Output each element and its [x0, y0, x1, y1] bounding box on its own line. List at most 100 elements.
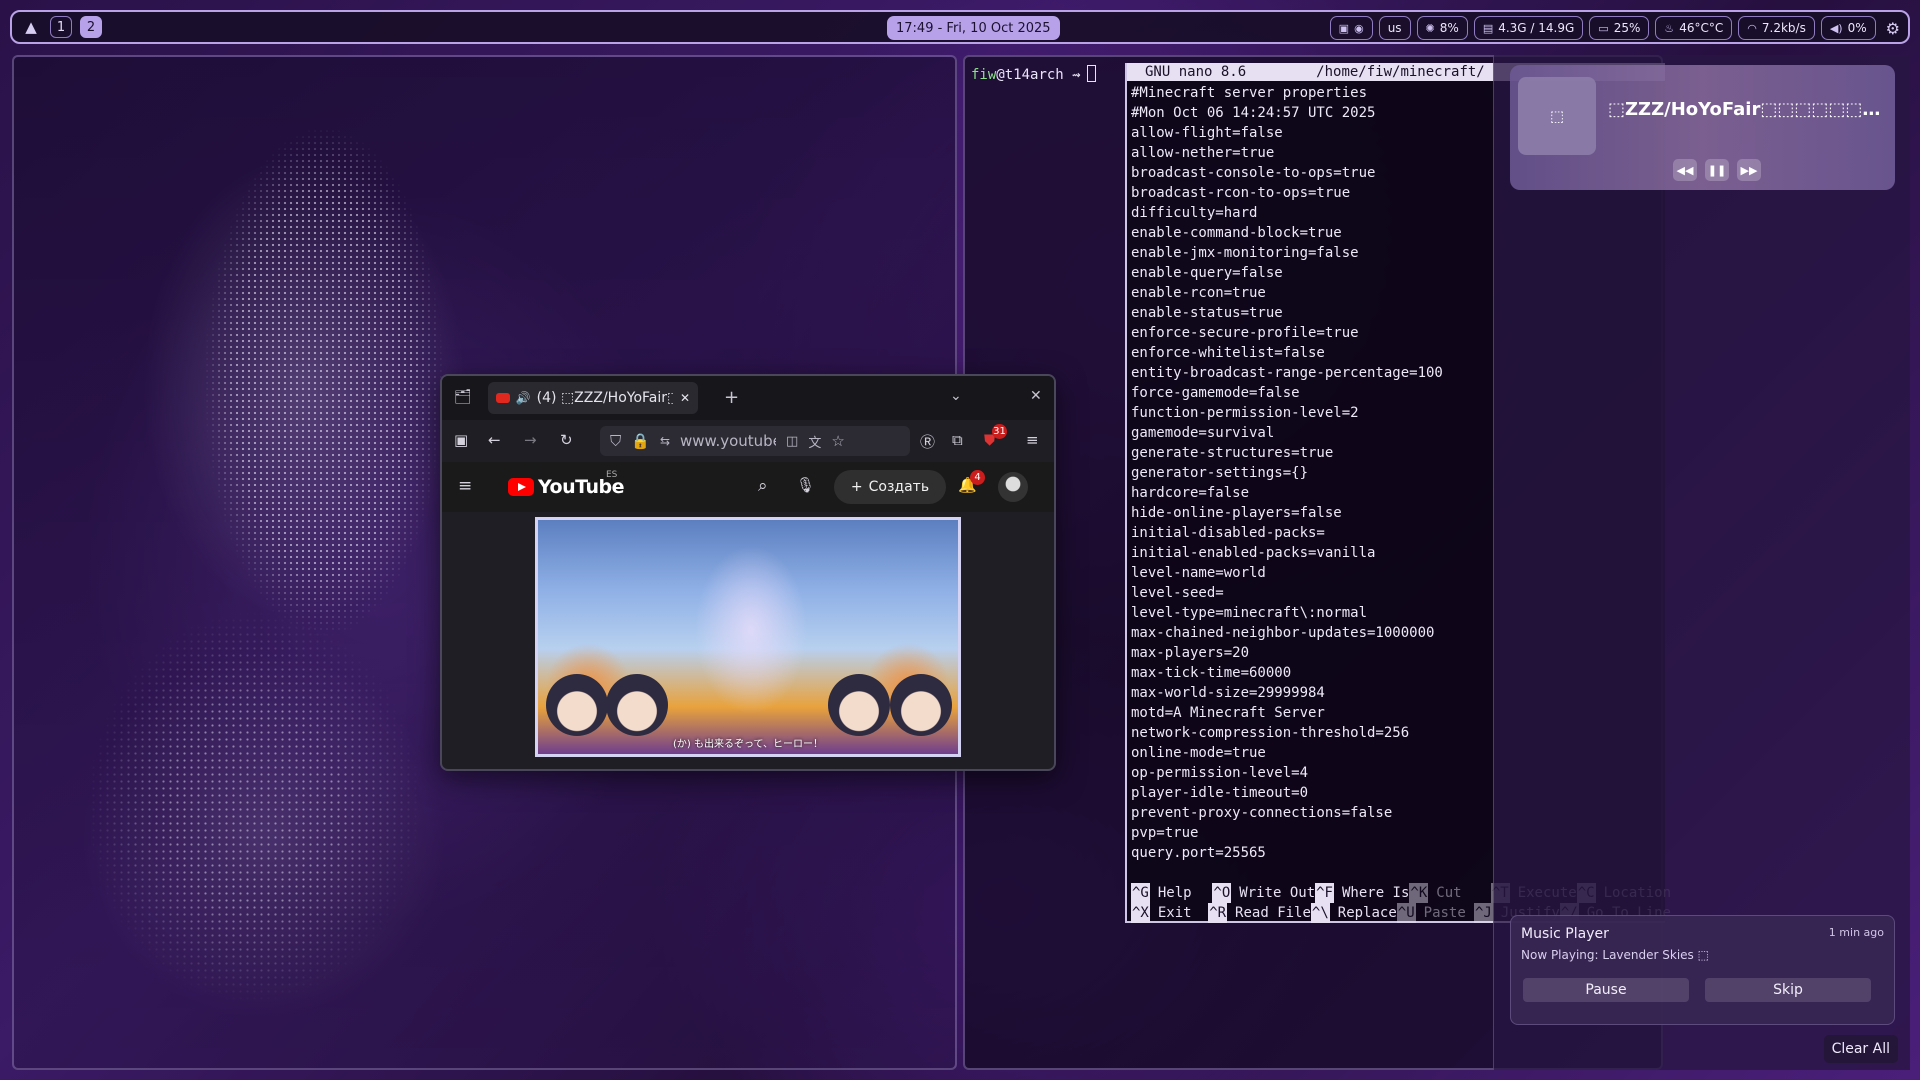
shortcut-key: ^J — [1473, 903, 1493, 923]
network-widget[interactable]: ◠ 7.2kb/s — [1738, 16, 1815, 40]
media-controls: ◀◀ ❚❚ ▶▶ — [1673, 159, 1761, 181]
discord-icon[interactable]: ▣ — [1339, 22, 1349, 35]
nano-file-path: /home/fiw/minecraft/ — [1316, 64, 1485, 80]
shortcut-label: Cut — [1436, 885, 1462, 901]
arch-launcher-icon[interactable]: ▲ — [20, 16, 42, 38]
ublock-badge: 31 — [992, 424, 1007, 439]
shortcut-key: ^K — [1409, 883, 1429, 903]
keyboard-layout-label: us — [1387, 21, 1402, 35]
shield-icon[interactable]: ⛉ — [610, 432, 621, 450]
nano-shortcut: ^\ Replace — [1310, 903, 1397, 923]
thermometer-icon: ♨ — [1664, 21, 1675, 35]
microphone-icon[interactable]: 🎙 — [796, 476, 815, 494]
shortcut-key: ^O — [1212, 883, 1232, 903]
notification-skip-button[interactable]: Skip — [1705, 978, 1871, 1002]
close-tab-icon[interactable]: ✕ — [680, 391, 690, 405]
previous-track-button[interactable]: ◀◀ — [1673, 159, 1697, 181]
translate-icon[interactable]: 文 — [808, 432, 821, 451]
volume-widget[interactable]: ◀) 0% — [1820, 16, 1876, 40]
back-icon[interactable]: ← — [488, 431, 501, 449]
url-text[interactable]: www.youtube.com — [680, 432, 776, 450]
media-player-widget: ⬚ ⬚ZZZ/HoYoFair⬚⬚⬚⬚⬚⬚⬚⬚… ◀◀ ❚❚ ▶▶ — [1510, 65, 1895, 190]
workspace-1[interactable]: 1 — [50, 16, 72, 38]
bookmark-star-icon[interactable]: ☆ — [831, 432, 844, 450]
plus-icon: + — [850, 479, 863, 495]
memory-icon: ▤ — [1482, 21, 1494, 35]
memory-value: 4.3G / 14.9G — [1498, 21, 1575, 35]
battery-value: 25% — [1613, 21, 1641, 35]
wifi-icon: ◠ — [1747, 21, 1757, 35]
speaker-icon: ◀) — [1829, 21, 1843, 35]
nano-version: GNU nano 8.6 — [1145, 64, 1247, 80]
lock-icon[interactable]: 🔒 — [631, 432, 650, 450]
notification-app-name: Music Player — [1521, 926, 1609, 942]
extension-r-icon[interactable]: Ⓡ — [920, 431, 935, 452]
forward-icon[interactable]: → — [524, 431, 537, 449]
keyboard-layout[interactable]: us — [1378, 16, 1411, 40]
video-character-left-2 — [606, 674, 668, 736]
shortcut-label: Paste — [1423, 905, 1466, 921]
avatar[interactable] — [998, 472, 1028, 502]
address-bar[interactable]: ⛉ 🔒 ⇆ www.youtube.com ◫ 文 ☆ — [600, 426, 910, 456]
cpu-value: 8% — [1439, 21, 1459, 35]
nano-shortcut: ^R Read File — [1208, 903, 1311, 923]
tab-youtube[interactable]: 🔊 (4) ⬚ZZZ/HoYoFair⬚ ✕ — [488, 382, 698, 414]
shortcut-label: Replace — [1337, 905, 1397, 921]
album-art: ⬚ — [1518, 77, 1596, 155]
cpu-widget[interactable]: ✺ 8% — [1416, 16, 1468, 40]
workspace-2[interactable]: 2 — [80, 16, 102, 38]
shortcut-label: Read File — [1235, 905, 1311, 921]
browser-window[interactable]: 🗂 🔊 (4) ⬚ZZZ/HoYoFair⬚ ✕ + ⌄ ✕ ▣ ← → ↻ ⛉… — [440, 374, 1056, 771]
notification-card[interactable]: Music Player 1 min ago Now Playing: Lave… — [1510, 915, 1895, 1025]
youtube-play-icon — [508, 478, 534, 496]
sidebar-toggle-icon[interactable]: ▣ — [454, 431, 468, 449]
chevron-down-icon[interactable]: ⌄ — [950, 388, 962, 404]
nano-shortcut: ^X Exit — [1131, 903, 1208, 923]
nano-shortcut: ^F Where Is — [1315, 883, 1409, 903]
temperature-value: 46°C°C — [1679, 21, 1724, 35]
hamburger-icon[interactable]: ≡ — [458, 476, 472, 496]
close-window-icon[interactable]: ✕ — [1030, 388, 1042, 404]
shortcut-key: ^\ — [1310, 903, 1330, 923]
country-code: ES — [606, 470, 618, 480]
search-icon[interactable]: ⌕ — [758, 476, 768, 496]
shortcut-label: Write Out — [1239, 885, 1316, 901]
notification-pause-button[interactable]: Pause — [1523, 978, 1689, 1002]
steam-icon[interactable]: ◉ — [1354, 22, 1364, 35]
video-character-right — [828, 674, 890, 736]
nano-shortcut: ^U Paste — [1396, 903, 1474, 923]
memory-widget[interactable]: ▤ 4.3G / 14.9G — [1473, 16, 1584, 40]
video-subtitle: (か) も出来るぞって、ヒーロー！ — [673, 739, 823, 750]
pause-button[interactable]: ❚❚ — [1705, 159, 1729, 181]
network-value: 7.2kb/s — [1761, 21, 1806, 35]
notification-center: ⬚ ⬚ZZZ/HoYoFair⬚⬚⬚⬚⬚⬚⬚⬚… ◀◀ ❚❚ ▶▶ Music … — [1493, 55, 1910, 1070]
new-tab-icon[interactable]: + — [724, 387, 739, 408]
shortcut-key: ^R — [1208, 903, 1228, 923]
extensions-icon[interactable]: ⧉ — [952, 431, 963, 449]
nano-shortcut: ^O Write Out — [1212, 883, 1315, 903]
camera-off-icon[interactable]: ◫ — [786, 434, 798, 449]
notification-actions: Pause Skip — [1523, 978, 1871, 1002]
notification-time: 1 min ago — [1828, 926, 1884, 939]
battery-widget[interactable]: ▭ 25% — [1589, 16, 1650, 40]
video-player[interactable]: (か) も出来るぞって、ヒーロー！ — [535, 517, 961, 757]
shortcut-key: ^U — [1396, 903, 1416, 923]
tab-title: (4) ⬚ZZZ/HoYoFair⬚ — [536, 390, 674, 406]
permissions-icon[interactable]: ⇆ — [660, 434, 670, 448]
shortcut-key: ^G — [1131, 883, 1150, 903]
next-track-button[interactable]: ▶▶ — [1737, 159, 1761, 181]
cpu-icon: ✺ — [1425, 21, 1435, 35]
reload-icon[interactable]: ↻ — [560, 431, 573, 449]
temperature-widget[interactable]: ♨ 46°C°C — [1655, 16, 1733, 40]
menu-icon[interactable]: ≡ — [1026, 431, 1039, 449]
create-button[interactable]: + Создать — [834, 470, 946, 504]
speaker-icon[interactable]: 🔊 — [516, 391, 531, 405]
browser-tab-bar: 🗂 🔊 (4) ⬚ZZZ/HoYoFair⬚ ✕ + ⌄ ✕ — [442, 376, 1054, 420]
clear-all-button[interactable]: Clear All — [1823, 1035, 1898, 1063]
tab-overview-icon[interactable]: 🗂 — [454, 389, 472, 405]
youtube-favicon-icon — [496, 393, 510, 403]
gear-icon[interactable]: ⚙ — [1886, 19, 1900, 38]
clock[interactable]: 17:49 - Fri, 10 Oct 2025 — [887, 16, 1060, 40]
shortcut-label: Help — [1157, 885, 1192, 901]
shortcut-key: ^F — [1315, 883, 1334, 903]
